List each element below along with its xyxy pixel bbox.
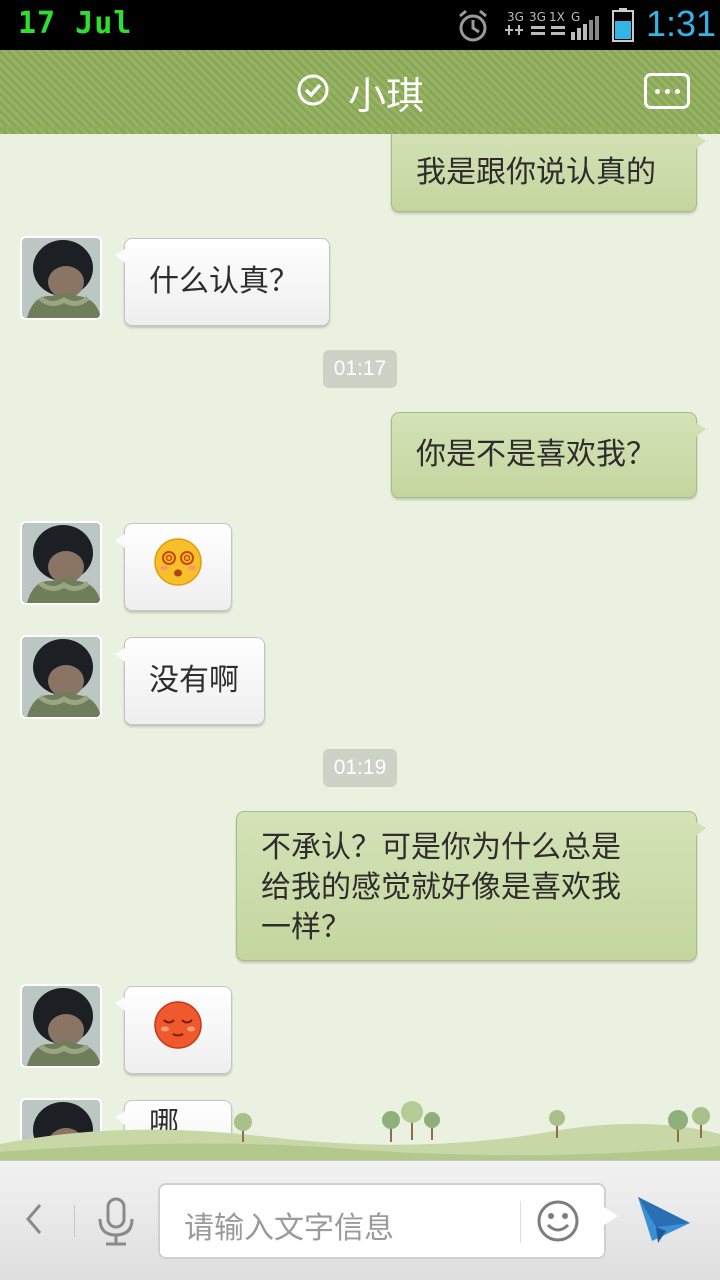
divider [74, 1205, 75, 1237]
message-text: 你是不是喜欢我？ [416, 437, 656, 472]
message-bubble-outgoing[interactable]: 不承认？可是你为什么总是 给我的感觉就好像是喜欢我 一样？ [236, 811, 706, 961]
message-bubble-incoming-emoji[interactable] [115, 986, 232, 1074]
avatar[interactable] [20, 521, 102, 605]
network-3g-label: 3G [507, 10, 524, 24]
shy-face-emoji [153, 1000, 203, 1061]
message-bubble-outgoing[interactable]: 你是不是喜欢我？ [391, 412, 706, 498]
message-bubble-incoming[interactable]: 没有啊 [115, 637, 265, 725]
network-g-label: G [571, 10, 580, 24]
message-input[interactable]: 请输入文字信息 [158, 1183, 618, 1259]
message-bubble-incoming[interactable]: 什么认真？ [115, 238, 330, 326]
header-bar: 小琪 [0, 50, 720, 134]
battery-icon [612, 8, 634, 46]
chevron-left-icon[interactable] [22, 1199, 46, 1249]
chat-area[interactable]: 我是跟你说认真的 什么认真？ 01:17 你是不是喜欢我？ 没有啊 01:19 … [0, 134, 720, 1160]
message-text: 没有啊 [149, 663, 239, 698]
smiley-icon[interactable] [536, 1199, 580, 1247]
message-bubble-outgoing[interactable]: 我是跟你说认真的 [391, 134, 706, 212]
microphone-icon[interactable] [94, 1197, 138, 1251]
status-bar: 17 Jul 3G 3G 1X G 1:31 [0, 0, 720, 50]
avatar[interactable] [20, 635, 102, 719]
check-circle-icon [296, 73, 330, 111]
timestamp-badge: 01:17 [323, 350, 397, 388]
message-text-line-2: 给我的感觉就好像是喜欢我 [261, 870, 621, 905]
message-text: 我是跟你说认真的 [416, 155, 656, 190]
message-text: 什么认真？ [149, 264, 299, 299]
dizzy-face-emoji [153, 537, 203, 598]
alarm-icon [455, 8, 491, 48]
avatar[interactable] [20, 236, 102, 320]
message-input-placeholder: 请输入文字信息 [184, 1211, 394, 1246]
avatar[interactable] [20, 984, 102, 1068]
network-1x-label: 1X [549, 10, 565, 24]
network-signal-icon: 3G 3G 1X G [505, 8, 605, 48]
more-dots-icon[interactable] [644, 73, 690, 109]
divider [520, 1201, 521, 1243]
background-hills-decoration [0, 1101, 720, 1160]
status-time: 1:31 [646, 3, 717, 44]
paper-plane-icon[interactable] [636, 1193, 692, 1249]
network-3g-label-2: 3G [529, 10, 546, 24]
chat-title: 小琪 [347, 73, 424, 118]
message-text-line-3: 一样？ [261, 910, 351, 945]
timestamp-badge: 01:19 [323, 749, 397, 787]
status-date: 17 Jul [18, 6, 133, 41]
message-text-line-1: 不承认？可是你为什么总是 [261, 830, 621, 865]
message-bubble-incoming-emoji[interactable] [115, 523, 232, 611]
input-bar: 请输入文字信息 [0, 1160, 720, 1280]
